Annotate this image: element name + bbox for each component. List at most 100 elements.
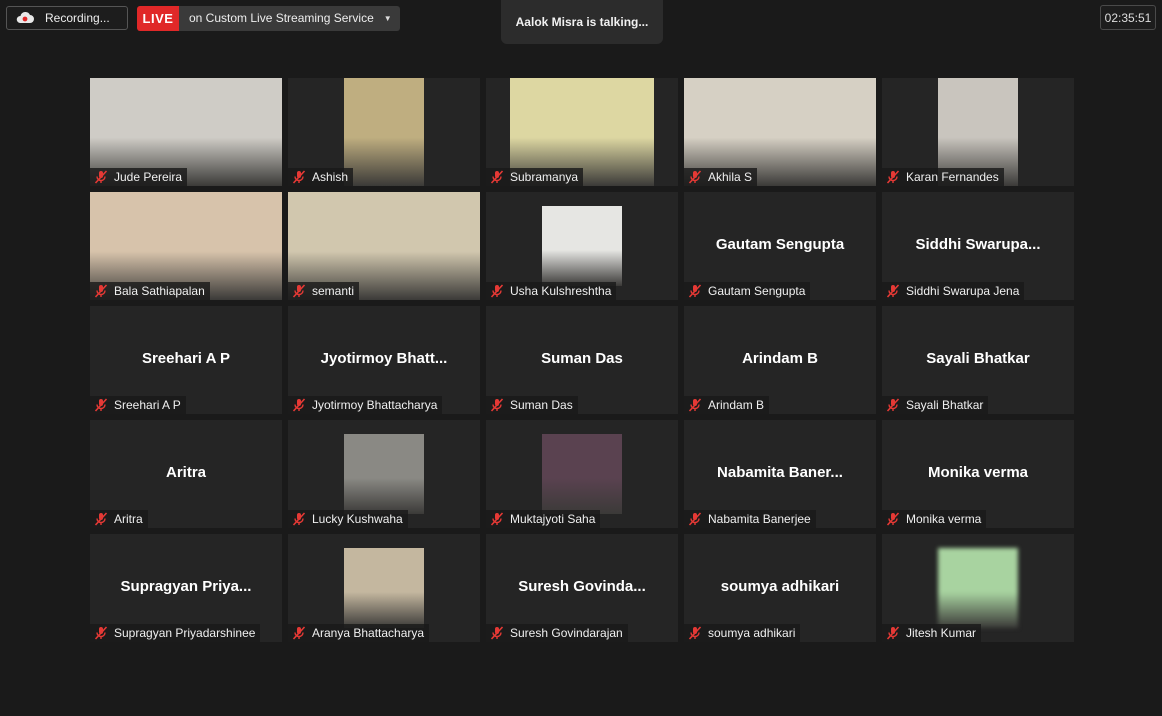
participant-name: Arindam B xyxy=(708,398,765,412)
participant-tile[interactable]: Suman Das Suman Das xyxy=(486,306,678,414)
live-badge: LIVE xyxy=(137,5,179,31)
participant-name: Usha Kulshreshtha xyxy=(510,284,612,298)
participant-name: Aranya Bhattacharya xyxy=(312,626,425,640)
participant-display-name: Suman Das xyxy=(541,350,623,367)
participant-name-label: Suman Das xyxy=(486,396,578,414)
participant-tile[interactable]: Subramanya xyxy=(486,78,678,186)
participant-display-name: soumya adhikari xyxy=(720,578,840,595)
mic-muted-icon xyxy=(886,626,900,640)
mic-muted-icon xyxy=(688,170,702,184)
participant-name-label: Akhila S xyxy=(684,168,758,186)
mic-muted-icon xyxy=(688,284,702,298)
mic-muted-icon xyxy=(292,284,306,298)
participant-tile[interactable]: Jude Pereira xyxy=(90,78,282,186)
participant-name: Monika verma xyxy=(906,512,982,526)
mic-muted-icon xyxy=(886,170,900,184)
participant-display-name: Supragyan Priya... xyxy=(120,578,252,595)
participant-name-label: soumya adhikari xyxy=(684,624,801,642)
participant-tile[interactable]: Nabamita Baner... Nabamita Banerjee xyxy=(684,420,876,528)
live-service-label: on Custom Live Streaming Service xyxy=(189,11,374,25)
mic-muted-icon xyxy=(94,170,108,184)
meeting-timer: 02:35:51 xyxy=(1100,5,1156,30)
participant-tile[interactable]: Monika verma Monika verma xyxy=(882,420,1074,528)
mic-muted-icon xyxy=(490,512,504,526)
mic-muted-icon xyxy=(886,284,900,298)
participant-tile[interactable]: Jitesh Kumar xyxy=(882,534,1074,642)
participant-gallery: Jude Pereira Ashish Subramanya Akhila S Kara… xyxy=(90,78,1074,642)
mic-muted-icon xyxy=(886,512,900,526)
participant-name: Nabamita Banerjee xyxy=(708,512,811,526)
participant-name-label: Karan Fernandes xyxy=(882,168,1004,186)
participant-name-label: Jyotirmoy Bhattacharya xyxy=(288,396,443,414)
participant-tile[interactable]: Usha Kulshreshtha xyxy=(486,192,678,300)
recording-indicator[interactable]: Recording... xyxy=(6,6,128,30)
participant-display-name: Siddhi Swarupa... xyxy=(915,236,1041,253)
participant-display-name: Gautam Sengupta xyxy=(715,236,845,253)
live-service-dropdown[interactable]: on Custom Live Streaming Service ▼ xyxy=(179,5,400,31)
participant-tile[interactable]: Muktajyoti Saha xyxy=(486,420,678,528)
participant-name: Gautam Sengupta xyxy=(708,284,806,298)
mic-muted-icon xyxy=(292,398,306,412)
mic-muted-icon xyxy=(490,398,504,412)
active-speaker-indicator: Aalok Misra is talking... xyxy=(501,0,663,44)
participant-tile[interactable]: Bala Sathiapalan xyxy=(90,192,282,300)
participant-tile[interactable]: Lucky Kushwaha xyxy=(288,420,480,528)
participant-tile[interactable]: Ashish xyxy=(288,78,480,186)
participant-name: semanti xyxy=(312,284,355,298)
participant-tile[interactable]: Supragyan Priya... Supragyan Priyadarshin… xyxy=(90,534,282,642)
participant-name-label: Siddhi Swarupa Jena xyxy=(882,282,1025,300)
participant-name-label: Monika verma xyxy=(882,510,987,528)
participant-name: Subramanya xyxy=(510,170,579,184)
participant-tile[interactable]: Sreehari A P Sreehari A P xyxy=(90,306,282,414)
active-speaker-label: Aalok Misra is talking... xyxy=(515,15,649,29)
participant-name: Karan Fernandes xyxy=(906,170,999,184)
mic-muted-icon xyxy=(94,284,108,298)
participant-name: Supragyan Priyadarshinee xyxy=(114,626,256,640)
mic-muted-icon xyxy=(688,398,702,412)
participant-name-label: Sreehari A P xyxy=(90,396,186,414)
participant-tile[interactable]: semanti xyxy=(288,192,480,300)
participant-tile[interactable]: Arindam B Arindam B xyxy=(684,306,876,414)
participant-name-label: Gautam Sengupta xyxy=(684,282,811,300)
mic-muted-icon xyxy=(490,626,504,640)
participant-display-name: Jyotirmoy Bhatt... xyxy=(320,350,448,367)
participant-name: Jyotirmoy Bhattacharya xyxy=(312,398,438,412)
participant-tile[interactable]: Suresh Govinda... Suresh Govindarajan xyxy=(486,534,678,642)
participant-name-label: Suresh Govindarajan xyxy=(486,624,628,642)
participant-display-name: Arindam B xyxy=(742,350,818,367)
top-bar: Recording... LIVE on Custom Live Streami… xyxy=(6,5,400,31)
mic-muted-icon xyxy=(886,398,900,412)
participant-name: soumya adhikari xyxy=(708,626,796,640)
live-stream-control[interactable]: LIVE on Custom Live Streaming Service ▼ xyxy=(137,5,400,31)
recording-label: Recording... xyxy=(45,11,110,25)
participant-name: Bala Sathiapalan xyxy=(114,284,205,298)
participant-name-label: Jude Pereira xyxy=(90,168,188,186)
cloud-recording-icon xyxy=(15,11,35,25)
participant-name: Suresh Govindarajan xyxy=(510,626,623,640)
participant-display-name: Suresh Govinda... xyxy=(518,578,646,595)
participant-video xyxy=(542,434,622,514)
participant-name: Suman Das xyxy=(510,398,573,412)
participant-name: Aritra xyxy=(114,512,143,526)
participant-tile[interactable]: Aritra Aritra xyxy=(90,420,282,528)
timer-label: 02:35:51 xyxy=(1104,10,1152,25)
participant-tile[interactable]: Gautam Sengupta Gautam Sengupta xyxy=(684,192,876,300)
participant-name-label: Bala Sathiapalan xyxy=(90,282,210,300)
participant-tile[interactable]: Jyotirmoy Bhatt... Jyotirmoy Bhattacharya xyxy=(288,306,480,414)
chevron-down-icon[interactable]: ▼ xyxy=(384,14,392,23)
participant-tile[interactable]: Karan Fernandes xyxy=(882,78,1074,186)
participant-tile[interactable]: soumya adhikari soumya adhikari xyxy=(684,534,876,642)
participant-tile[interactable]: Sayali Bhatkar Sayali Bhatkar xyxy=(882,306,1074,414)
mic-muted-icon xyxy=(292,626,306,640)
participant-name-label: Sayali Bhatkar xyxy=(882,396,989,414)
mic-muted-icon xyxy=(490,170,504,184)
participant-name-label: semanti xyxy=(288,282,360,300)
participant-tile[interactable]: Siddhi Swarupa... Siddhi Swarupa Jena xyxy=(882,192,1074,300)
participant-tile[interactable]: Aranya Bhattacharya xyxy=(288,534,480,642)
participant-tile[interactable]: Akhila S xyxy=(684,78,876,186)
participant-name-label: Lucky Kushwaha xyxy=(288,510,408,528)
participant-name-label: Ashish xyxy=(288,168,354,186)
mic-muted-icon xyxy=(94,512,108,526)
participant-video xyxy=(344,78,424,186)
participant-name: Siddhi Swarupa Jena xyxy=(906,284,1020,298)
